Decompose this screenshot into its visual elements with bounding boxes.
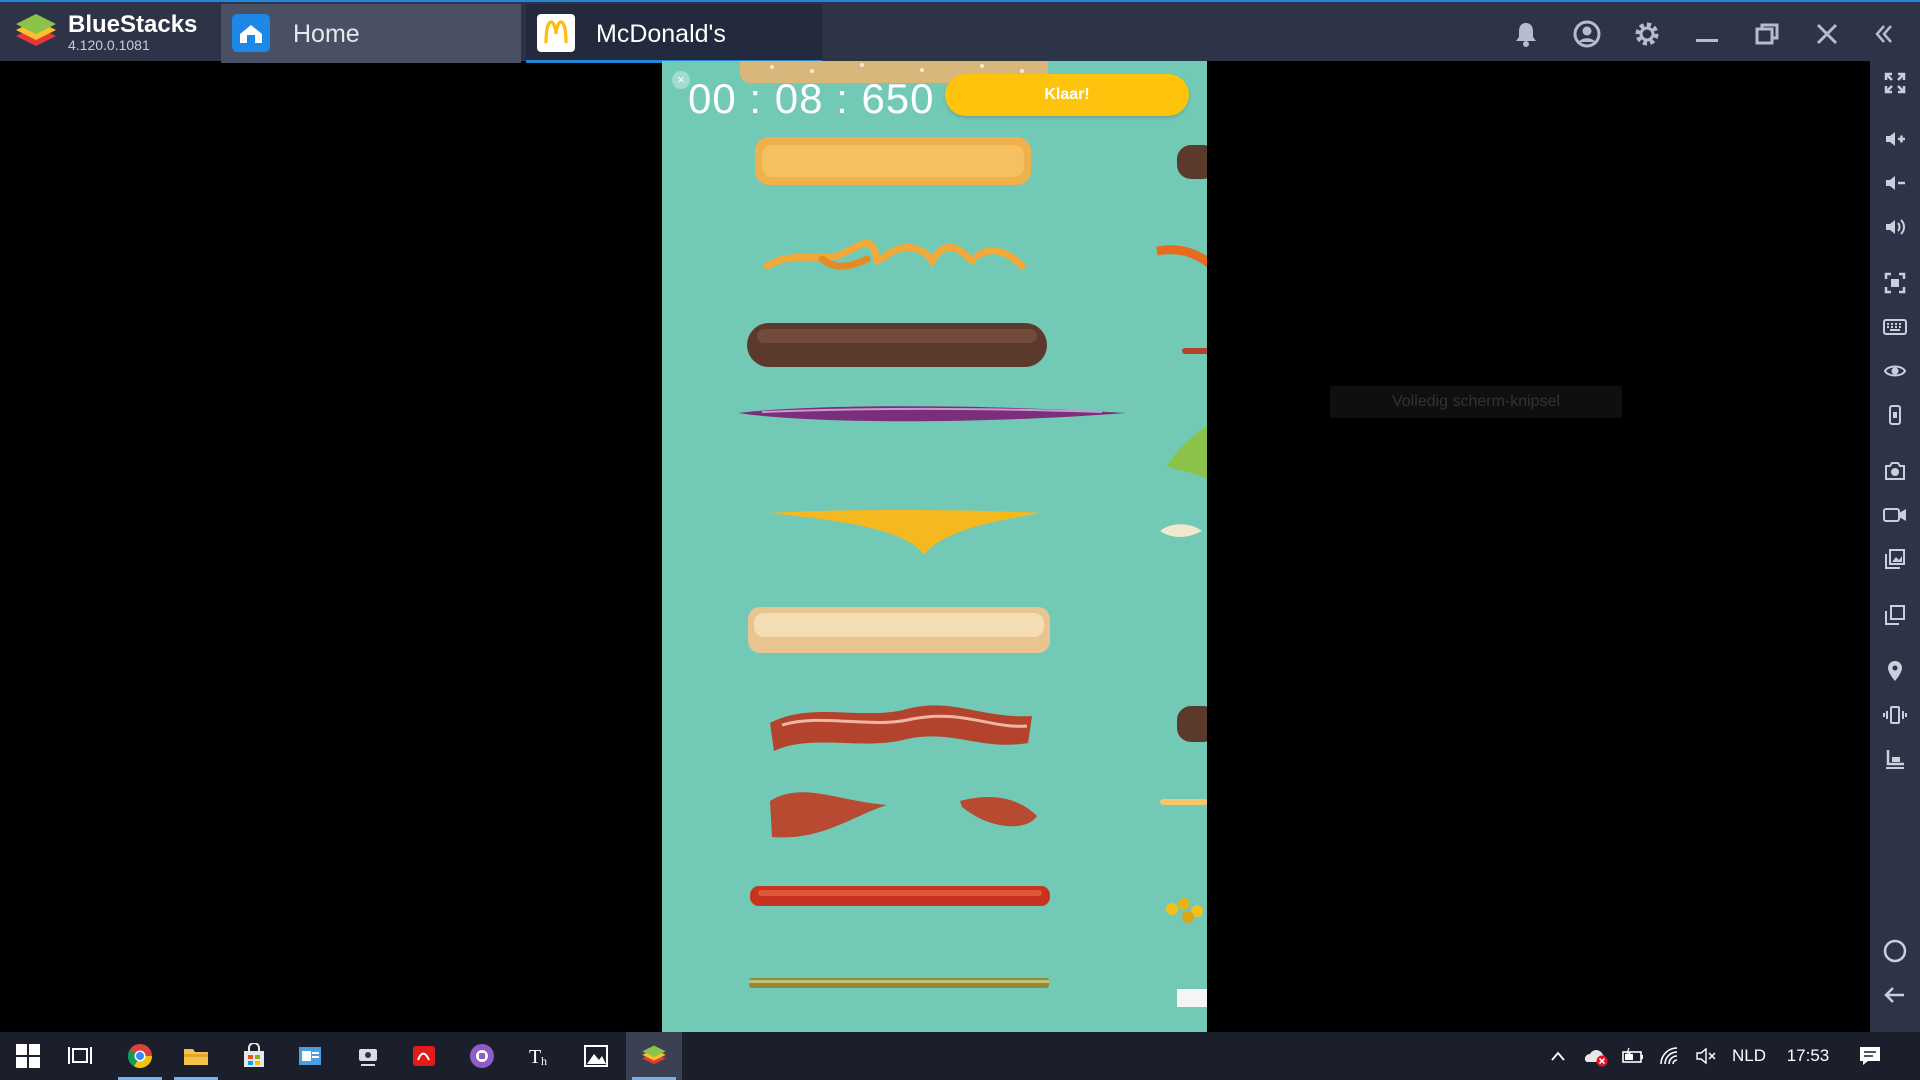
window-controls xyxy=(1500,4,1920,63)
pickle-slices[interactable] xyxy=(749,978,1049,988)
bluestacks-icon[interactable] xyxy=(626,1032,682,1080)
task-view-icon[interactable] xyxy=(52,1032,108,1080)
red-onion[interactable] xyxy=(738,406,1126,422)
volume-muted-icon[interactable] xyxy=(1692,1032,1722,1080)
fullscreen-icon[interactable] xyxy=(1875,65,1915,101)
camera-icon[interactable] xyxy=(1875,453,1915,489)
typora-icon[interactable]: Th xyxy=(512,1032,568,1080)
windows-start-icon[interactable] xyxy=(0,1032,56,1080)
close-icon[interactable] xyxy=(1807,14,1847,54)
photos-icon[interactable] xyxy=(568,1032,624,1080)
video-record-icon[interactable] xyxy=(1875,497,1915,533)
volume-down-icon[interactable] xyxy=(1875,165,1915,201)
bluestacks-logo-icon xyxy=(16,14,56,46)
media-player-icon[interactable] xyxy=(454,1032,510,1080)
ingredient-stack xyxy=(738,61,1207,1007)
file-explorer-icon[interactable] xyxy=(168,1032,224,1080)
wifi-icon[interactable] xyxy=(1656,1032,1686,1080)
bell-icon[interactable] xyxy=(1506,14,1546,54)
back-arrow-icon[interactable] xyxy=(1875,977,1915,1013)
outlook-icon[interactable] xyxy=(282,1032,338,1080)
brand-version: 4.120.0.1081 xyxy=(68,37,150,53)
game-screen[interactable]: × 00 : 08 : 650 Klaar! xyxy=(662,61,1207,1032)
chrome-icon[interactable] xyxy=(112,1032,168,1080)
tomato-slices[interactable] xyxy=(750,886,1050,906)
bacon-strip[interactable] xyxy=(770,705,1032,751)
bun-heel[interactable] xyxy=(748,607,1050,653)
tab-mcdonalds[interactable]: McDonald's xyxy=(526,4,822,63)
store-icon[interactable] xyxy=(226,1032,282,1080)
restore-icon[interactable] xyxy=(1747,14,1787,54)
brand-name: BlueStacks xyxy=(68,11,198,38)
volume-icon[interactable] xyxy=(1875,209,1915,245)
tool-sidebar xyxy=(1870,61,1920,1032)
tab-mcdonalds-label: McDonald's xyxy=(596,20,726,48)
eye-icon[interactable] xyxy=(1875,353,1915,389)
network-sync-icon[interactable] xyxy=(340,1032,396,1080)
crispy-onions[interactable] xyxy=(763,239,1026,270)
battery-icon[interactable] xyxy=(1618,1032,1648,1080)
language-indicator[interactable]: NLD xyxy=(1726,1032,1772,1080)
onedrive-error-icon[interactable] xyxy=(1580,1032,1610,1080)
windows-taskbar: Th NLD 17:53 xyxy=(0,1032,1920,1080)
mcdonalds-logo-icon xyxy=(537,14,575,52)
shake-icon[interactable] xyxy=(1875,697,1915,733)
action-center-icon[interactable] xyxy=(1852,1032,1888,1080)
clock[interactable]: 17:53 xyxy=(1780,1032,1836,1080)
svg-text:T: T xyxy=(529,1046,541,1068)
account-icon[interactable] xyxy=(1567,14,1607,54)
phone-rotate-icon[interactable] xyxy=(1875,397,1915,433)
next-column-ingredients xyxy=(1156,145,1207,1007)
keyboard-icon[interactable] xyxy=(1875,309,1915,345)
bluestacks-brand: BlueStacks 4.120.0.1081 xyxy=(10,10,210,56)
volume-up-icon[interactable] xyxy=(1875,121,1915,157)
multi-instance-icon[interactable] xyxy=(1875,597,1915,633)
svg-text:h: h xyxy=(541,1054,547,1068)
bacon-pieces[interactable] xyxy=(770,792,1037,838)
game-timer: 00 : 08 : 650 xyxy=(688,75,935,122)
tray-chevron-up-icon[interactable] xyxy=(1546,1032,1570,1080)
done-button[interactable]: Klaar! xyxy=(945,74,1189,116)
tab-home-label: Home xyxy=(293,20,360,48)
minimize-icon[interactable] xyxy=(1687,14,1727,54)
tab-home[interactable]: Home xyxy=(221,4,521,63)
beef-patty[interactable] xyxy=(747,323,1047,367)
location-pin-icon[interactable] xyxy=(1875,653,1915,689)
collapse-sidebar-icon[interactable] xyxy=(1864,14,1904,54)
hash-brown[interactable] xyxy=(755,137,1031,185)
home-icon xyxy=(232,14,270,52)
adobe-icon[interactable] xyxy=(396,1032,452,1080)
media-gallery-icon[interactable] xyxy=(1875,541,1915,577)
resize-icon[interactable] xyxy=(1875,741,1915,777)
title-bar: BlueStacks 4.120.0.1081 Home McDonald's xyxy=(0,0,1920,63)
screenshot-region-icon[interactable] xyxy=(1875,265,1915,301)
cheese-slice[interactable] xyxy=(767,510,1042,555)
gear-icon[interactable] xyxy=(1627,14,1667,54)
home-circle-icon[interactable] xyxy=(1875,933,1915,969)
snip-tooltip: Volledig scherm-knipsel xyxy=(1330,386,1622,418)
